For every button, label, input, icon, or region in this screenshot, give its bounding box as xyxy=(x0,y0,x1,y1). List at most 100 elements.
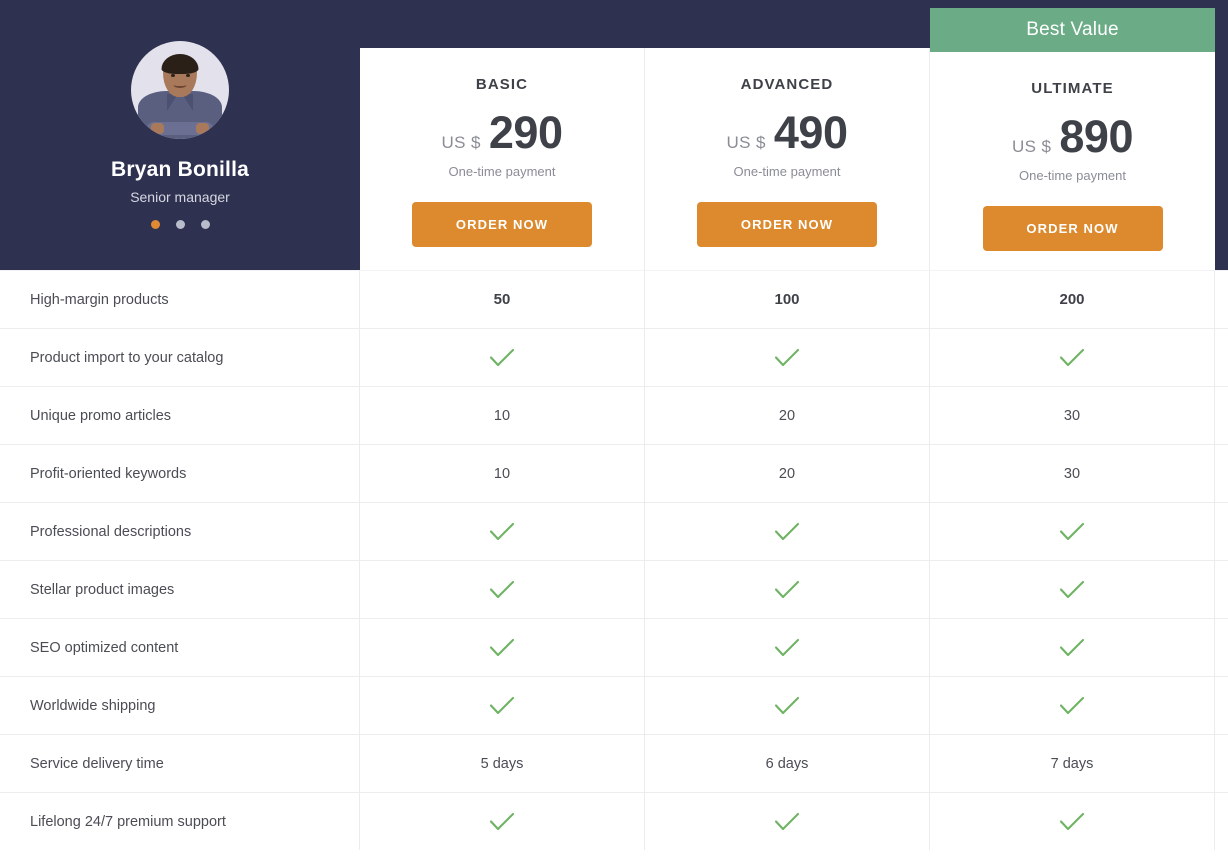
feature-label: Worldwide shipping xyxy=(0,677,360,734)
check-icon xyxy=(489,638,515,658)
plan-price-note-advanced: One-time payment xyxy=(645,164,929,179)
check-icon xyxy=(489,580,515,600)
check-icon xyxy=(774,812,800,832)
table-row: Lifelong 24/7 premium support xyxy=(0,792,1228,850)
feature-value-cell xyxy=(930,677,1215,734)
plan-card-ultimate: Best Value ULTIMATE US $ 890 One-time pa… xyxy=(930,8,1215,270)
plan-name-basic: BASIC xyxy=(360,76,644,93)
check-icon xyxy=(489,696,515,716)
feature-value-cell xyxy=(645,677,930,734)
feature-value-cell xyxy=(930,619,1215,676)
feature-label: Profit-oriented keywords xyxy=(0,445,360,502)
table-row: High-margin products50100200 xyxy=(0,270,1228,328)
price-currency: US $ xyxy=(727,133,766,153)
check-icon xyxy=(774,696,800,716)
check-icon xyxy=(1059,522,1085,542)
feature-value-cell: 50 xyxy=(360,271,645,328)
feature-value-cell xyxy=(360,793,645,850)
feature-value-cell xyxy=(930,503,1215,560)
feature-value-cell: 30 xyxy=(930,445,1215,502)
price-value: 890 xyxy=(1059,114,1133,159)
feature-value-cell: 5 days xyxy=(360,735,645,792)
order-now-button-ultimate[interactable]: ORDER NOW xyxy=(983,206,1163,251)
user-photo-avatar-icon xyxy=(131,41,229,139)
carousel-dot-1[interactable] xyxy=(151,220,160,229)
price-currency: US $ xyxy=(442,133,481,153)
check-icon xyxy=(489,522,515,542)
check-icon xyxy=(774,522,800,542)
feature-value-cell xyxy=(645,329,930,386)
feature-value-cell: 7 days xyxy=(930,735,1215,792)
plan-price-advanced: US $ 490 xyxy=(645,110,929,155)
feature-value-cell: 10 xyxy=(360,387,645,444)
feature-value-cell xyxy=(930,793,1215,850)
feature-value-cell xyxy=(360,561,645,618)
plan-price-note-basic: One-time payment xyxy=(360,164,644,179)
feature-value-cell xyxy=(645,619,930,676)
table-row: SEO optimized content xyxy=(0,618,1228,676)
feature-label: Service delivery time xyxy=(0,735,360,792)
table-row: Product import to your catalog xyxy=(0,328,1228,386)
check-icon xyxy=(774,348,800,368)
table-row: Professional descriptions xyxy=(0,502,1228,560)
check-icon xyxy=(1059,812,1085,832)
feature-label: Stellar product images xyxy=(0,561,360,618)
check-icon xyxy=(774,580,800,600)
price-value: 490 xyxy=(774,110,848,155)
carousel-dot-3[interactable] xyxy=(201,220,210,229)
table-row: Stellar product images xyxy=(0,560,1228,618)
table-row: Service delivery time5 days6 days7 days xyxy=(0,734,1228,792)
check-icon xyxy=(1059,638,1085,658)
check-icon xyxy=(1059,580,1085,600)
feature-label: Product import to your catalog xyxy=(0,329,360,386)
feature-value-cell xyxy=(930,561,1215,618)
check-icon xyxy=(774,638,800,658)
feature-value-cell xyxy=(360,329,645,386)
feature-value-cell xyxy=(930,329,1215,386)
check-icon xyxy=(1059,696,1085,716)
plan-name-ultimate: ULTIMATE xyxy=(930,80,1215,97)
table-row: Profit-oriented keywords102030 xyxy=(0,444,1228,502)
feature-value-cell xyxy=(360,619,645,676)
plan-card-advanced: ADVANCED US $ 490 One-time payment ORDER… xyxy=(645,48,930,270)
profile-role: Senior manager xyxy=(130,189,230,205)
feature-comparison-table: High-margin products50100200Product impo… xyxy=(0,270,1228,850)
check-icon xyxy=(489,348,515,368)
feature-value-cell: 100 xyxy=(645,271,930,328)
feature-label: SEO optimized content xyxy=(0,619,360,676)
feature-value-cell xyxy=(360,503,645,560)
price-currency: US $ xyxy=(1012,137,1051,157)
pricing-comparison-page: Bryan Bonilla Senior manager BASIC US $ … xyxy=(0,0,1228,863)
profile-panel: Bryan Bonilla Senior manager xyxy=(0,0,360,270)
feature-value-cell xyxy=(360,677,645,734)
carousel-dot-2[interactable] xyxy=(176,220,185,229)
feature-value-cell xyxy=(645,561,930,618)
check-icon xyxy=(489,812,515,832)
order-now-button-advanced[interactable]: ORDER NOW xyxy=(697,202,877,247)
table-row: Unique promo articles102030 xyxy=(0,386,1228,444)
feature-value-cell: 200 xyxy=(930,271,1215,328)
plan-price-ultimate: US $ 890 xyxy=(930,114,1215,159)
profile-name: Bryan Bonilla xyxy=(111,158,249,182)
feature-label: Unique promo articles xyxy=(0,387,360,444)
carousel-dots[interactable] xyxy=(151,220,210,229)
feature-value-cell: 10 xyxy=(360,445,645,502)
best-value-badge: Best Value xyxy=(930,8,1215,52)
plan-card-basic: BASIC US $ 290 One-time payment ORDER NO… xyxy=(360,48,645,270)
price-value: 290 xyxy=(489,110,563,155)
plan-price-basic: US $ 290 xyxy=(360,110,644,155)
feature-value-cell: 6 days xyxy=(645,735,930,792)
check-icon xyxy=(1059,348,1085,368)
feature-value-cell: 20 xyxy=(645,387,930,444)
table-row: Worldwide shipping xyxy=(0,676,1228,734)
feature-value-cell xyxy=(645,793,930,850)
feature-value-cell xyxy=(645,503,930,560)
feature-label: High-margin products xyxy=(0,271,360,328)
plan-price-note-ultimate: One-time payment xyxy=(930,168,1215,183)
plan-name-advanced: ADVANCED xyxy=(645,76,929,93)
feature-label: Professional descriptions xyxy=(0,503,360,560)
feature-value-cell: 30 xyxy=(930,387,1215,444)
feature-value-cell: 20 xyxy=(645,445,930,502)
order-now-button-basic[interactable]: ORDER NOW xyxy=(412,202,592,247)
feature-label: Lifelong 24/7 premium support xyxy=(0,793,360,850)
